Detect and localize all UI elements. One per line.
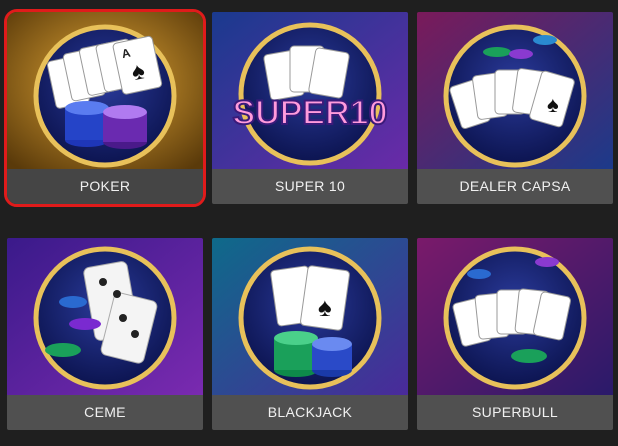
dealer-capsa-cards-icon: ♠: [417, 12, 613, 169]
blackjack-cards-chips-icon: ♠: [212, 238, 408, 395]
game-grid: A ♠ POKER SUPER10 SUPER 10 ♠ DEALER CAPS…: [0, 0, 618, 446]
game-label: POKER: [7, 169, 203, 204]
game-label: SUPERBULL: [417, 395, 613, 430]
super-10-logo-text: SUPER10: [233, 94, 388, 132]
game-tile-ceme[interactable]: CEME: [7, 238, 203, 430]
game-label: BLACKJACK: [212, 395, 408, 430]
game-label: DEALER CAPSA: [417, 169, 613, 204]
game-tile-blackjack[interactable]: ♠ BLACKJACK: [212, 238, 408, 430]
game-tile-superbull[interactable]: SUPERBULL: [417, 238, 613, 430]
game-label: CEME: [7, 395, 203, 430]
ceme-dominoes-icon: [7, 238, 203, 395]
game-tile-dealer-capsa[interactable]: ♠ DEALER CAPSA: [417, 12, 613, 204]
poker-cards-chips-icon: A ♠: [7, 12, 203, 169]
super-10-logo-icon: SUPER10: [212, 12, 408, 169]
superbull-cards-chips-icon: [417, 238, 613, 395]
game-tile-poker[interactable]: A ♠ POKER: [4, 9, 206, 207]
game-label: SUPER 10: [212, 169, 408, 204]
svg-text:♠: ♠: [547, 92, 559, 117]
game-tile-super10[interactable]: SUPER10 SUPER 10: [212, 12, 408, 204]
svg-text:♠: ♠: [318, 292, 332, 322]
